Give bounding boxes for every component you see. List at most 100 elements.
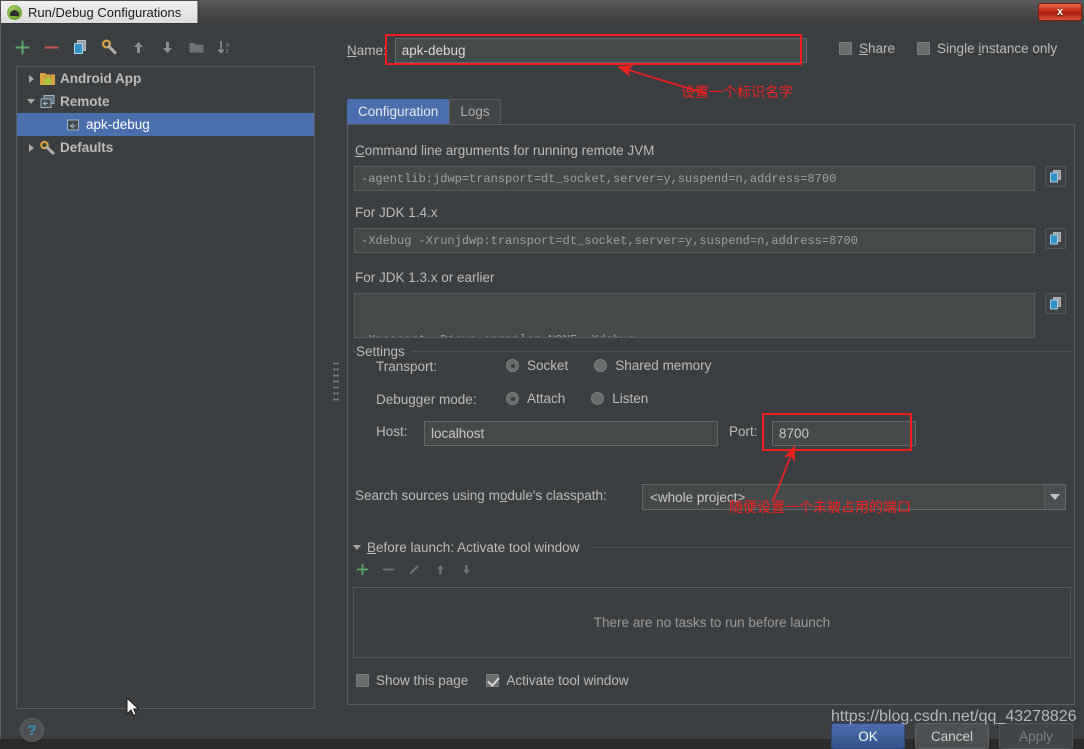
copy-to-clipboard-icon[interactable] [1045,293,1066,314]
edit-defaults-icon[interactable] [101,38,118,56]
copy-configuration-icon[interactable] [72,39,89,56]
splitter-grip-icon[interactable] [333,362,339,402]
jdk14-label: For JDK 1.4.x [355,205,438,220]
edit-task-icon [408,563,421,576]
dialog-content: a z Android App Remote apk-debug Default… [2,24,1084,749]
tab-configuration[interactable]: Configuration [347,99,450,124]
transport-label: Transport: [376,359,438,374]
tree-item-android-app[interactable]: Android App [17,67,314,90]
android-app-icon [39,71,56,87]
copy-to-clipboard-icon[interactable] [1045,166,1066,187]
run-debug-configurations-dialog: Run/Debug Configurations x a z Android A… [0,0,1084,749]
before-launch-collapse-icon[interactable] [353,545,361,550]
debugger-mode-attach-label: Attach [527,391,566,406]
tab-logs[interactable]: Logs [449,99,501,124]
remote-icon [39,94,56,110]
expand-arrow-icon[interactable] [23,143,39,152]
settings-group-title: Settings [356,344,411,359]
configurations-tree[interactable]: Android App Remote apk-debug Defaults [16,66,315,709]
tree-item-label: Defaults [60,140,114,155]
move-task-up-icon [434,563,447,576]
classpath-combobox[interactable]: <whole project> [642,484,1066,510]
android-studio-icon [7,4,22,20]
tree-item-defaults[interactable]: Defaults [17,136,314,159]
apply-button: Apply [999,723,1073,749]
share-checkbox-box[interactable] [839,42,852,55]
activate-tool-window-checkbox-box[interactable] [486,674,500,687]
transport-socket-radio[interactable]: Socket [506,358,568,373]
show-this-page-label: Show this page [376,673,469,688]
transport-socket-label: Socket [527,358,569,373]
activate-tool-window-checkbox[interactable]: Activate tool window [486,673,629,688]
name-input[interactable] [394,38,807,63]
folder-icon[interactable] [188,39,205,56]
single-instance-checkbox-box[interactable] [917,42,931,55]
debugger-mode-attach-radio-dot[interactable] [506,392,519,405]
show-this-page-checkbox[interactable]: Show this page [356,673,468,688]
jvm-args-label-rest: ommand line arguments for running remote… [364,143,655,158]
configuration-tab-panel: Command line arguments for running remot… [347,124,1075,705]
tree-item-apk-debug[interactable]: apk-debug [17,113,314,136]
share-label: Share [859,41,896,56]
add-task-icon[interactable] [356,563,369,576]
configurations-toolbar: a z [14,36,234,58]
debugger-mode-listen-label: Listen [612,391,649,406]
transport-radio-group: Socket Shared memory [506,358,711,373]
tree-item-label: Remote [60,94,110,109]
add-icon[interactable] [14,39,31,56]
transport-socket-radio-dot[interactable] [506,359,519,372]
single-instance-label: Single instance only [937,41,1058,56]
transport-shared-memory-radio-dot[interactable] [594,359,608,372]
configurations-pane: a z Android App Remote apk-debug Default… [2,24,329,742]
move-task-down-icon [460,563,473,576]
help-icon[interactable]: ? [20,718,44,742]
pane-splitter[interactable] [330,24,342,739]
before-launch-task-list[interactable]: There are no tasks to run before launch [353,587,1071,658]
dialog-button-row: OK Cancel Apply [831,723,1073,749]
single-instance-only-checkbox[interactable]: Single instance only [917,41,1057,56]
chevron-down-icon[interactable] [1044,485,1065,509]
debugger-mode-listen-radio[interactable]: Listen [591,391,648,406]
window-title: Run/Debug Configurations [28,4,182,20]
move-down-icon[interactable] [159,39,176,56]
collapse-arrow-icon[interactable] [23,99,39,104]
cancel-button[interactable]: Cancel [915,723,989,749]
ok-button[interactable]: OK [831,723,905,749]
host-input[interactable] [424,421,718,446]
jdk14-field[interactable]: -Xdebug -Xrunjdwp:transport=dt_socket,se… [354,228,1035,253]
host-label: Host: [376,424,408,439]
share-checkbox[interactable]: Share [839,41,895,56]
classpath-label: Search sources using module's classpath: [355,488,607,503]
transport-shared-memory-label: Shared memory [615,358,712,373]
title-bar-left: Run/Debug Configurations [1,1,199,23]
name-label: Name: [347,43,387,58]
debugger-mode-listen-radio-dot[interactable] [591,392,605,405]
remove-icon[interactable] [43,39,60,56]
defaults-wrench-icon [39,140,56,156]
remove-task-icon [382,563,395,576]
tree-item-label: Android App [60,71,142,86]
transport-shared-memory-radio[interactable]: Shared memory [594,358,711,373]
jdk13-field[interactable]: -Xnoagent -Djava.compiler=NONE -Xdebug -… [354,293,1035,338]
move-up-icon[interactable] [130,39,147,56]
close-icon[interactable]: x [1038,3,1082,21]
port-input[interactable] [772,421,916,446]
before-launch-label: Before launch: Activate tool window [367,540,580,555]
before-launch-empty-text: There are no tasks to run before launch [593,615,831,630]
jvm-args-field[interactable]: -agentlib:jdwp=transport=dt_socket,serve… [354,166,1035,191]
tab-bar: Configuration Logs [347,99,501,124]
tree-item-remote[interactable]: Remote [17,90,314,113]
jdk13-label: For JDK 1.3.x or earlier [355,270,495,285]
debugger-mode-attach-radio[interactable]: Attach [506,391,565,406]
tree-item-label: apk-debug [86,117,150,132]
sort-alphabetically-icon[interactable]: a z [217,39,234,56]
show-this-page-checkbox-box[interactable] [356,674,369,687]
top-checkbox-group: Share Single instance only [839,41,1057,56]
jvm-args-label: Command line arguments for running remot… [355,143,655,158]
settings-group [353,351,1071,473]
remote-config-icon [65,117,82,133]
before-launch-header[interactable]: Before launch: Activate tool window [353,540,1071,555]
copy-to-clipboard-icon[interactable] [1045,228,1066,249]
expand-arrow-icon[interactable] [23,74,39,83]
port-label: Port: [729,424,758,439]
